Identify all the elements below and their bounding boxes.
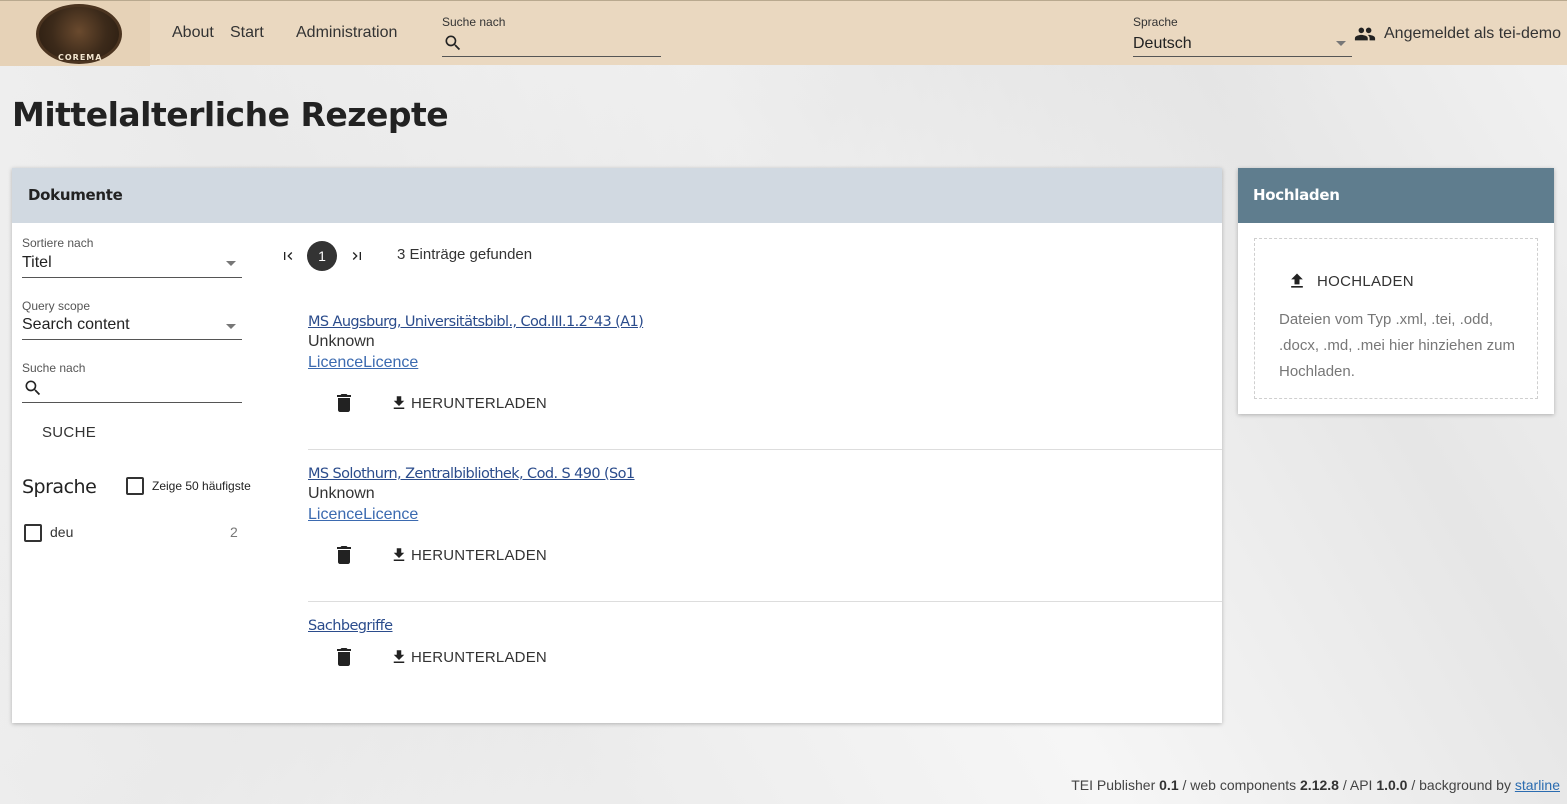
query-scope-select[interactable]: Query scope Search content	[22, 299, 242, 340]
header-search-field[interactable]: Suche nach	[442, 15, 661, 57]
language-select[interactable]: Sprache Deutsch	[1133, 15, 1352, 57]
facet-title: Sprache	[22, 476, 97, 498]
delete-icon[interactable]	[336, 546, 352, 564]
document-licence[interactable]: LicenceLicence	[308, 506, 1222, 524]
download-label: HERUNTERLADEN	[411, 394, 547, 412]
document-actions: HERUNTERLADEN	[308, 634, 1222, 694]
page-title: Mittelalterliche Rezepte	[12, 95, 449, 134]
nav-start[interactable]: Start	[230, 24, 264, 42]
user-menu[interactable]: Angemeldet als tei-demo	[1354, 23, 1561, 45]
facet-checkbox-deu[interactable]	[24, 524, 42, 542]
document-item: MS Solothurn, Zentralbibliothek, Cod. S …	[308, 450, 1222, 602]
delete-icon[interactable]	[336, 394, 352, 412]
logo-text: COREMA	[58, 53, 103, 62]
footer-text: TEI Publisher	[1071, 777, 1160, 793]
last-page-icon[interactable]	[349, 248, 365, 264]
delete-icon[interactable]	[336, 648, 352, 666]
show-top-label: Zeige 50 häufigste	[152, 479, 251, 493]
language-value: Deutsch	[1133, 35, 1192, 52]
publisher-version: 0.1	[1159, 777, 1179, 793]
webcomponents-version: 2.12.8	[1300, 777, 1339, 793]
header-search-label: Suche nach	[442, 15, 506, 29]
sort-select[interactable]: Sortiere nach Titel	[22, 236, 242, 278]
download-button[interactable]: HERUNTERLADEN	[390, 546, 547, 564]
api-version: 1.0.0	[1376, 777, 1408, 793]
upload-heading: Hochladen	[1238, 168, 1554, 223]
download-label: HERUNTERLADEN	[411, 546, 547, 564]
document-licence[interactable]: LicenceLicence	[308, 354, 1222, 372]
upload-label: HOCHLADEN	[1317, 272, 1414, 290]
query-scope-value: Search content	[22, 316, 130, 333]
results-count: 3 Einträge gefunden	[397, 246, 533, 263]
footer: TEI Publisher 0.1 / web components 2.12.…	[1071, 777, 1560, 793]
document-title[interactable]: MS Solothurn, Zentralbibliothek, Cod. S …	[308, 466, 1222, 482]
document-item: MS Augsburg, Universitätsbibl., Cod.III.…	[308, 298, 1222, 450]
download-icon	[393, 396, 405, 409]
search-icon	[25, 380, 41, 396]
upload-button[interactable]: HOCHLADEN	[1287, 271, 1414, 291]
sort-value: Titel	[22, 254, 52, 271]
documents-panel: Dokumente Sortiere nach Titel Query scop…	[12, 168, 1222, 723]
dropdown-arrow-icon	[226, 261, 236, 266]
language-label: Sprache	[1133, 15, 1178, 29]
document-title[interactable]: MS Augsburg, Universitätsbibl., Cod.III.…	[308, 314, 1222, 330]
document-author: Unknown	[308, 333, 375, 350]
dropdown-arrow-icon	[1336, 41, 1346, 46]
facet-item-label: deu	[50, 524, 74, 540]
nav-about[interactable]: About	[172, 24, 214, 42]
logo-area[interactable]: COREMA	[0, 1, 150, 66]
document-title[interactable]: Sachbegriffe	[308, 618, 1222, 634]
show-top-checkbox[interactable]	[126, 477, 144, 495]
document-item: Sachbegriffe HERUNTERLADEN	[308, 602, 1222, 702]
nav-administration[interactable]: Administration	[296, 24, 397, 42]
first-page-icon[interactable]	[280, 248, 296, 264]
search-icon	[445, 35, 461, 51]
search-button[interactable]: SUCHE	[42, 424, 96, 441]
document-actions: HERUNTERLADEN	[308, 372, 1222, 432]
footer-text: / background by	[1407, 777, 1515, 793]
upload-panel: Hochladen HOCHLADEN Dateien vom Typ .xml…	[1238, 168, 1554, 414]
upload-dropzone[interactable]: HOCHLADEN Dateien vom Typ .xml, .tei, .o…	[1254, 238, 1538, 399]
page-button-current[interactable]: 1	[307, 241, 337, 271]
user-label: Angemeldet als tei-demo	[1384, 25, 1561, 42]
dropdown-arrow-icon	[226, 324, 236, 329]
documents-search-label: Suche nach	[22, 361, 86, 375]
document-list: MS Augsburg, Universitätsbibl., Cod.III.…	[308, 298, 1222, 702]
sort-label: Sortiere nach	[22, 236, 94, 250]
facet-item-count: 2	[230, 524, 238, 540]
download-icon	[393, 548, 405, 561]
background-credit-link[interactable]: starline	[1515, 777, 1560, 793]
people-icon	[1354, 27, 1376, 41]
document-actions: HERUNTERLADEN	[308, 524, 1222, 584]
query-scope-label: Query scope	[22, 299, 91, 313]
download-icon	[393, 650, 405, 663]
documents-heading: Dokumente	[12, 168, 1222, 223]
download-button[interactable]: HERUNTERLADEN	[390, 394, 547, 412]
download-button[interactable]: HERUNTERLADEN	[390, 648, 547, 666]
top-app-bar: COREMA About Start Administration Suche …	[0, 0, 1567, 66]
upload-icon	[1291, 273, 1303, 288]
document-author: Unknown	[308, 485, 375, 502]
footer-text: / API	[1338, 777, 1377, 793]
upload-hint: Dateien vom Typ .xml, .tei, .odd, .docx,…	[1279, 311, 1515, 380]
download-label: HERUNTERLADEN	[411, 648, 547, 666]
documents-search-field[interactable]: Suche nach	[22, 361, 242, 403]
footer-text: / web components	[1178, 777, 1301, 793]
